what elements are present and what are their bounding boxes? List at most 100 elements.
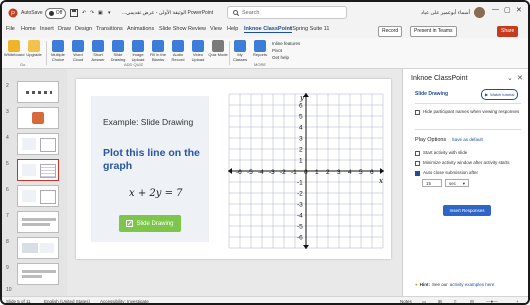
- ribbon-upgrade[interactable]: Upgrade: [24, 40, 44, 58]
- accessibility-status[interactable]: Accessibility: Investigate: [100, 299, 149, 303]
- get-help-button[interactable]: Get help: [272, 54, 300, 61]
- fill-blanks-icon: [152, 40, 164, 52]
- undo-icon[interactable]: ↶: [82, 7, 86, 19]
- close-icon[interactable]: ✕: [516, 6, 522, 14]
- quick-access-dropdown-icon[interactable]: ▾: [108, 7, 111, 19]
- start-with-slide-checkbox[interactable]: [415, 150, 420, 156]
- auto-close-option[interactable]: Auto close submission after: [415, 170, 523, 176]
- ribbon-multiple-choice[interactable]: Multiple Choice: [48, 40, 68, 62]
- redo-icon[interactable]: ↷: [90, 7, 94, 19]
- present-from-start-icon[interactable]: ▣: [98, 7, 103, 19]
- notes-button[interactable]: Notes: [400, 299, 412, 303]
- auto-close-unit-select[interactable]: sec ▾: [445, 179, 469, 187]
- powerpoint-logo-icon: P: [8, 7, 18, 19]
- thumb-number: 8: [6, 239, 9, 245]
- video-icon: [192, 40, 204, 52]
- ribbon-short-answer[interactable]: Short Answer: [88, 40, 108, 62]
- language-status[interactable]: English (United States): [44, 299, 90, 303]
- slide-thumbnail-selected[interactable]: [17, 159, 59, 181]
- slide-thumbnail[interactable]: [17, 237, 59, 259]
- pane-options-icon[interactable]: ⌄: [507, 74, 513, 82]
- tab-view[interactable]: View: [210, 26, 222, 32]
- save-default-link[interactable]: Save as default: [452, 137, 483, 142]
- ribbon-video-upload[interactable]: Video Upload: [188, 40, 208, 62]
- thumb-number: 2: [6, 83, 9, 89]
- zoom-in-icon[interactable]: +: [516, 299, 519, 303]
- maximize-icon[interactable]: ▢: [504, 6, 511, 14]
- save-icon[interactable]: [70, 7, 78, 19]
- auto-close-checkbox[interactable]: [415, 170, 420, 176]
- tab-transitions[interactable]: Transitions: [96, 26, 123, 32]
- search-input[interactable]: Search: [227, 6, 347, 19]
- inline-features-button[interactable]: Inline features: [272, 40, 300, 47]
- tab-home[interactable]: Home: [21, 26, 36, 32]
- y-axis-label: y: [299, 94, 305, 102]
- image-upload-icon: [132, 40, 144, 52]
- pane-title: Inknoe ClassPoint: [411, 75, 468, 82]
- minimize-window-checkbox[interactable]: [415, 160, 420, 166]
- slide-thumbnail[interactable]: [17, 263, 59, 285]
- crown-icon: [28, 40, 40, 52]
- slide-thumbnail[interactable]: [17, 185, 59, 207]
- y-tick-label: -6: [297, 235, 303, 242]
- thumb-number: 3: [6, 109, 9, 115]
- auto-close-seconds-input[interactable]: 15: [422, 179, 442, 187]
- user-name: أسماء أبوعمير على عياد: [420, 10, 470, 16]
- present-in-teams-button[interactable]: Present in Teams: [410, 26, 457, 37]
- start-with-slide-option[interactable]: Start activity with slide: [415, 150, 523, 156]
- tab-help[interactable]: Help: [227, 26, 238, 32]
- x-tick-label: -1: [291, 169, 297, 176]
- record-button[interactable]: Record: [378, 26, 403, 37]
- slide-drawing-button[interactable]: Slide Drawing: [119, 215, 181, 232]
- tab-draw[interactable]: Draw: [58, 26, 71, 32]
- divider: [415, 103, 521, 104]
- slide-thumbnail[interactable]: [17, 211, 59, 233]
- thumb-number: 9: [6, 265, 9, 271]
- ribbon-audio-record[interactable]: Audio Record: [168, 40, 188, 62]
- minimize-window-option[interactable]: Minimize activity window after activity …: [415, 160, 523, 166]
- slide-left-panel: Example: Slide Drawing Plot this line on…: [91, 96, 209, 242]
- tab-design[interactable]: Design: [75, 26, 92, 32]
- minimize-icon[interactable]: —: [492, 6, 499, 13]
- tab-animations[interactable]: Animations: [127, 26, 154, 32]
- watch-tutorial-button[interactable]: ▶ Watch tutorial: [481, 89, 519, 100]
- tab-ispring-suite[interactable]: iSpring Suite 11: [291, 26, 329, 32]
- hide-names-checkbox[interactable]: [415, 109, 420, 115]
- share-button[interactable]: Share: [497, 26, 519, 37]
- slide-thumbnails: 2 3 4 5 6 7 8 9 10: [2, 69, 67, 296]
- hide-names-option[interactable]: Hide participant names when viewing resp…: [415, 109, 523, 115]
- slideshow-icon[interactable]: ⊟: [470, 299, 474, 303]
- slide-thumbnail[interactable]: [17, 81, 59, 103]
- reading-view-icon[interactable]: ▯: [454, 299, 456, 303]
- play-icon: ▶: [485, 92, 489, 97]
- insert-responses-button[interactable]: Insert Responses: [443, 205, 491, 216]
- ribbon-fill-blanks[interactable]: Fill in the Blanks: [148, 40, 168, 62]
- ribbon-quiz-mode[interactable]: Quiz Mode: [208, 40, 228, 58]
- group-label-go: Go: [20, 62, 26, 67]
- tab-inknoe-classpoint[interactable]: Inknoe ClassPoint: [244, 26, 292, 33]
- slide-sorter-icon[interactable]: ⊞: [438, 299, 442, 303]
- ribbon-slide-drawing[interactable]: Slide Drawing: [108, 40, 128, 62]
- tab-insert[interactable]: Insert: [40, 26, 54, 32]
- ribbon-word-cloud[interactable]: Word Cloud: [68, 40, 88, 62]
- zoom-slider[interactable]: —●—: [486, 299, 498, 303]
- tab-slide-show[interactable]: Slide Show: [159, 26, 187, 32]
- thumb-number: 7: [6, 213, 9, 219]
- word-cloud-icon: [72, 40, 84, 52]
- slide-canvas[interactable]: Example: Slide Drawing Plot this line on…: [76, 79, 391, 259]
- tab-file[interactable]: File: [6, 26, 15, 32]
- pivot-button[interactable]: Pivot: [272, 47, 300, 54]
- normal-view-icon[interactable]: ▭: [422, 299, 426, 303]
- slide-thumbnail[interactable]: [17, 133, 59, 155]
- ribbon-reports[interactable]: Reports: [250, 40, 270, 58]
- tab-review[interactable]: Review: [188, 26, 206, 32]
- slide-thumbnail[interactable]: [17, 107, 59, 129]
- avatar[interactable]: [474, 7, 485, 18]
- x-tick-label: -5: [247, 169, 253, 176]
- activity-examples-link[interactable]: activity examples here: [450, 282, 495, 287]
- pane-close-icon[interactable]: ✕: [517, 74, 523, 82]
- autosave-toggle[interactable]: AutoSave Off: [21, 7, 67, 19]
- ribbon-whiteboard[interactable]: Whiteboard: [4, 40, 24, 58]
- ribbon-image-upload[interactable]: Image Upload: [128, 40, 148, 62]
- ribbon-my-classes[interactable]: My Classes: [230, 40, 250, 62]
